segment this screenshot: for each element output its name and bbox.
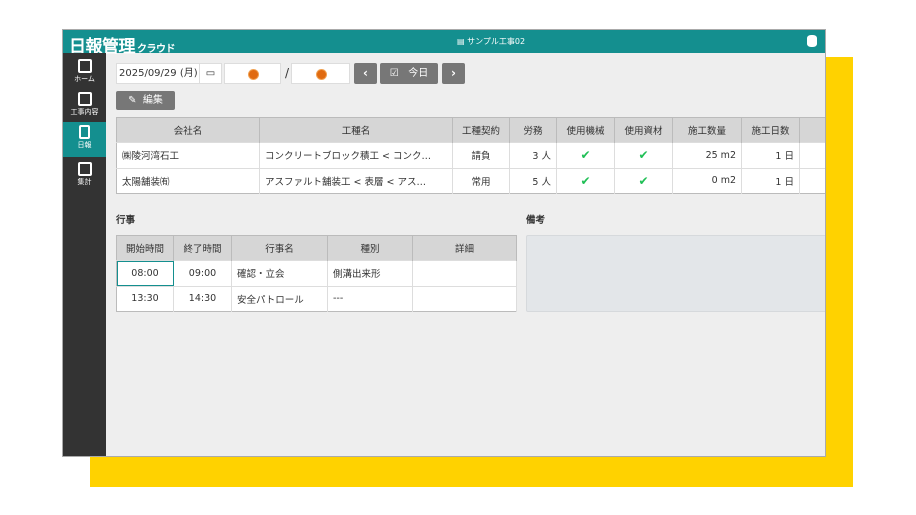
- calendar-icon[interactable]: ▭: [199, 64, 221, 83]
- cell[interactable]: [412, 285, 517, 312]
- events-table: 開始時間 終了時間 行事名 種別 詳細 08:00 09:00 確認・立会 側溝…: [116, 235, 517, 312]
- sidebar: ホーム 工事内容 日報 集計: [63, 53, 106, 456]
- cell[interactable]: ---: [327, 285, 413, 312]
- col-detail: 詳細: [412, 235, 517, 261]
- cell: 太陽舗装㈲: [116, 167, 260, 194]
- prev-day-button[interactable]: ‹: [354, 63, 377, 84]
- table-row[interactable]: 13:30 14:30 安全パトロール ---: [116, 285, 517, 312]
- sun-icon: [248, 69, 258, 79]
- col-labor: 労務: [509, 117, 557, 143]
- sidebar-label: 日報: [77, 141, 92, 149]
- cell[interactable]: 14:30: [173, 285, 232, 312]
- col-type: 種別: [327, 235, 413, 261]
- clipboard-icon: [79, 125, 90, 139]
- cell[interactable]: [412, 260, 517, 286]
- table-row[interactable]: ㈱陵河湾石工 コンクリートブロック積工 < コンク… 請負 3 人 ✔ ✔ 25…: [116, 142, 825, 168]
- cell: 請負: [452, 142, 510, 168]
- cell: 25 m2: [672, 142, 742, 168]
- sun-icon: [316, 69, 326, 79]
- col-machines: 使用機械: [556, 117, 615, 143]
- cell: [799, 167, 825, 194]
- sidebar-item-work[interactable]: 工事内容: [63, 89, 106, 121]
- remarks-box[interactable]: [526, 235, 825, 312]
- cell: コンクリートブロック積工 < コンク…: [259, 142, 453, 168]
- cell[interactable]: 安全パトロール: [231, 285, 328, 312]
- col-quantity: 施工数量: [672, 117, 742, 143]
- events-title: 行事: [116, 215, 136, 226]
- col-event-name: 行事名: [231, 235, 328, 261]
- next-day-button[interactable]: ›: [442, 63, 465, 84]
- sidebar-item-home[interactable]: ホーム: [63, 56, 106, 88]
- cell-selected[interactable]: 08:00: [116, 260, 174, 286]
- summary-icon: [77, 162, 92, 176]
- col-contract: 工種契約: [452, 117, 510, 143]
- col-days: 施工日数: [741, 117, 800, 143]
- check-icon: ✔: [614, 167, 673, 194]
- cell: 3 人: [509, 142, 557, 168]
- project-selector[interactable]: ▤ サンプル工事02: [457, 36, 525, 47]
- cell[interactable]: 確認・立会: [231, 260, 328, 286]
- table-header: 会社名 工種名 工種契約 労務 使用機械 使用資材 施工数量 施工日数: [116, 117, 825, 143]
- edit-label: 編集: [142, 95, 163, 106]
- table-row[interactable]: 08:00 09:00 確認・立会 側溝出来形: [116, 260, 517, 286]
- home-icon: [77, 59, 92, 73]
- cell: 1 日: [741, 167, 800, 194]
- app-window: 日報管理 クラウド ▤ サンプル工事02 ホーム 工事内容 日報 集計 2025/…: [62, 29, 826, 457]
- check-icon: ✔: [614, 142, 673, 168]
- cell[interactable]: 側溝出来形: [327, 260, 413, 286]
- cell: 5 人: [509, 167, 557, 194]
- weather-separator: /: [285, 66, 290, 80]
- sidebar-item-summary[interactable]: 集計: [63, 159, 106, 191]
- check-icon: ✔: [556, 167, 615, 194]
- date-field[interactable]: 2025/09/29 (月) ▭: [116, 63, 222, 84]
- cell: 0 m2: [672, 167, 742, 194]
- col-work-type: 工種名: [259, 117, 453, 143]
- logo-sub: クラウド: [137, 44, 176, 55]
- cell: 常用: [452, 167, 510, 194]
- today-label: 今日: [408, 68, 429, 79]
- sidebar-item-daily-report[interactable]: 日報: [63, 122, 106, 157]
- cell[interactable]: 13:30: [116, 285, 174, 312]
- edit-button[interactable]: ✎ 編集: [116, 91, 175, 110]
- table-header: 開始時間 終了時間 行事名 種別 詳細: [116, 235, 517, 261]
- sidebar-label: 集計: [77, 178, 92, 186]
- cell: [799, 142, 825, 168]
- date-value: 2025/09/29 (月): [119, 68, 198, 79]
- weather-pm[interactable]: [291, 63, 350, 84]
- pencil-icon: ✎: [128, 95, 137, 106]
- sidebar-label: ホーム: [74, 75, 95, 83]
- work-table: 会社名 工種名 工種契約 労務 使用機械 使用資材 施工数量 施工日数 ㈱陵河湾…: [116, 117, 825, 194]
- remarks-title: 備考: [526, 215, 546, 226]
- cell[interactable]: 09:00: [173, 260, 232, 286]
- cell: 1 日: [741, 142, 800, 168]
- col-extra: [799, 117, 825, 143]
- database-icon[interactable]: [807, 35, 817, 47]
- calendar-check-icon: ☑: [389, 68, 399, 79]
- project-name: サンプル工事02: [467, 37, 526, 46]
- excavator-icon: [77, 92, 92, 106]
- table-row[interactable]: 太陽舗装㈲ アスファルト舗装工 < 表層 < アス… 常用 5 人 ✔ ✔ 0 …: [116, 167, 825, 194]
- sidebar-label: 工事内容: [70, 108, 99, 116]
- today-button[interactable]: ☑ 今日: [380, 63, 438, 84]
- col-company: 会社名: [116, 117, 260, 143]
- cell: アスファルト舗装工 < 表層 < アス…: [259, 167, 453, 194]
- check-icon: ✔: [556, 142, 615, 168]
- col-start: 開始時間: [116, 235, 174, 261]
- cell: ㈱陵河湾石工: [116, 142, 260, 168]
- col-end: 終了時間: [173, 235, 232, 261]
- col-materials: 使用資材: [614, 117, 673, 143]
- weather-am[interactable]: [224, 63, 281, 84]
- header: 日報管理 クラウド ▤ サンプル工事02: [63, 30, 825, 57]
